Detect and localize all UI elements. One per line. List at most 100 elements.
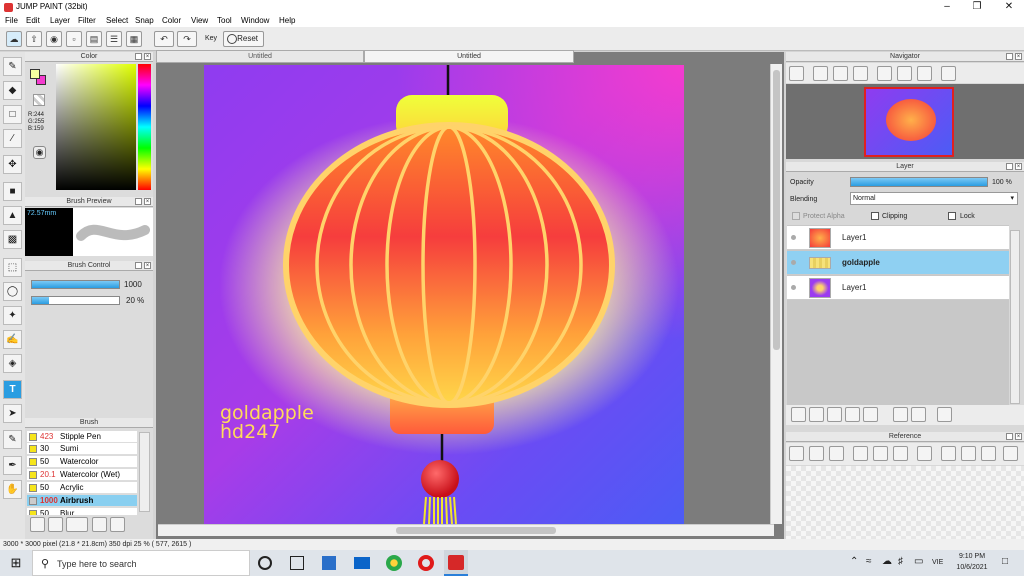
move-tool-icon[interactable]: ✥ xyxy=(3,155,22,174)
lasso-icon[interactable]: ◯ xyxy=(3,282,22,301)
zoom-fit-icon[interactable] xyxy=(789,66,804,81)
operation-tool-icon[interactable]: ➤ xyxy=(3,404,22,423)
panel-close-icon[interactable]: × xyxy=(144,262,151,269)
redo-icon[interactable]: ↷ xyxy=(177,31,197,47)
grid-icon[interactable]: ▦ xyxy=(126,31,142,47)
panel-float-icon[interactable] xyxy=(1006,163,1013,170)
ref-close-icon[interactable] xyxy=(829,446,844,461)
eraser-tool-icon[interactable]: ◆ xyxy=(3,81,22,100)
minimize-button[interactable]: – xyxy=(932,0,962,15)
ref-zoom-out-icon[interactable] xyxy=(893,446,908,461)
merge-layer-icon[interactable] xyxy=(911,407,926,422)
ref-zoom-in-icon[interactable] xyxy=(853,446,868,461)
brush-item[interactable]: 30 Sumi xyxy=(27,443,137,455)
brush-item[interactable]: 50 Blur xyxy=(27,508,137,516)
new-1bit-layer-icon[interactable] xyxy=(827,407,842,422)
menu-tool[interactable]: Tool xyxy=(217,16,232,25)
document-icon[interactable]: ▤ xyxy=(86,31,102,47)
browser-icon[interactable] xyxy=(386,555,402,571)
ref-zoom-actual-icon[interactable] xyxy=(873,446,888,461)
clock-date[interactable]: 10/6/2021 xyxy=(954,564,990,571)
protect-alpha-checkbox[interactable] xyxy=(792,212,800,220)
new-folder-icon[interactable] xyxy=(863,407,878,422)
jumppaint-taskbar-item[interactable] xyxy=(444,550,468,576)
layer-scrollbar[interactable] xyxy=(1010,230,1020,404)
delete-layer-icon[interactable] xyxy=(937,407,952,422)
visibility-icon[interactable] xyxy=(791,235,796,240)
menu-snap[interactable]: Snap xyxy=(135,16,154,25)
select-pen-icon[interactable]: ✍ xyxy=(3,330,22,349)
task-view-icon[interactable] xyxy=(290,556,304,570)
foreground-color-swatch[interactable] xyxy=(30,69,40,79)
clock-time[interactable]: 9:10 PM xyxy=(956,553,988,560)
panel-float-icon[interactable] xyxy=(135,198,142,205)
flip-icon[interactable] xyxy=(941,66,956,81)
panel-float-icon[interactable] xyxy=(1006,433,1013,440)
menu-layer[interactable]: Layer xyxy=(50,16,70,25)
ref-rotate-right-icon[interactable] xyxy=(981,446,996,461)
menu-filter[interactable]: Filter xyxy=(78,16,96,25)
panel-float-icon[interactable] xyxy=(1006,53,1013,60)
brush-folder-icon[interactable] xyxy=(110,517,125,532)
new-halftone-layer-icon[interactable] xyxy=(845,407,860,422)
canvas-vscrollbar[interactable] xyxy=(770,64,782,524)
cloud-icon[interactable]: ☁ xyxy=(6,31,22,47)
panel-close-icon[interactable]: × xyxy=(1015,163,1022,170)
rotate-right-icon[interactable] xyxy=(917,66,932,81)
menu-window[interactable]: Window xyxy=(241,16,269,25)
tab-untitled-1[interactable]: Untitled xyxy=(156,50,364,63)
taskbar-search-box[interactable]: ⚲ Type here to search xyxy=(32,550,250,576)
ref-eyedropper-icon[interactable] xyxy=(917,446,932,461)
language-indicator[interactable]: VIE xyxy=(932,559,943,566)
navigator-viewport[interactable] xyxy=(864,87,954,157)
line-tool-icon[interactable]: ∕ xyxy=(3,129,22,148)
windows-start-icon[interactable]: ⊞ xyxy=(0,550,32,576)
rotate-reset-icon[interactable] xyxy=(897,66,912,81)
rect-fill-tool-icon[interactable]: ■ xyxy=(3,182,22,201)
menu-select[interactable]: Select xyxy=(106,16,128,25)
layer-item[interactable]: Layer1 xyxy=(787,276,1009,300)
panel-close-icon[interactable]: × xyxy=(1015,433,1022,440)
menu-view[interactable]: View xyxy=(191,16,208,25)
tab-untitled-2[interactable]: Untitled xyxy=(364,50,574,63)
chat-icon[interactable]: ▫ xyxy=(66,31,82,47)
zoom-actual-icon[interactable] xyxy=(833,66,848,81)
mail-icon[interactable] xyxy=(354,557,370,569)
lock-checkbox[interactable] xyxy=(948,212,956,220)
battery-icon[interactable]: ▭ xyxy=(914,556,923,567)
panel-close-icon[interactable]: × xyxy=(144,198,151,205)
shape-tool-icon[interactable]: □ xyxy=(3,105,22,124)
magic-wand-icon[interactable]: ✦ xyxy=(3,306,22,325)
brush-duplicate-icon[interactable] xyxy=(66,517,88,532)
restore-button[interactable]: ❐ xyxy=(962,0,992,15)
brush-item[interactable]: 50 Acrylic xyxy=(27,482,137,494)
text-tool-icon[interactable]: T xyxy=(3,380,22,399)
brush-item[interactable]: 50 Watercolor xyxy=(27,456,137,468)
menu-file[interactable]: File xyxy=(5,16,18,25)
brush-list-scrollbar[interactable] xyxy=(139,432,150,512)
layer-opacity-slider[interactable] xyxy=(850,177,988,187)
store-icon[interactable] xyxy=(322,556,336,570)
brush-new-icon[interactable] xyxy=(48,517,63,532)
brush-properties-icon[interactable] xyxy=(92,517,107,532)
visibility-icon[interactable] xyxy=(791,285,796,290)
hue-slider[interactable] xyxy=(138,64,151,190)
brush-tool-icon[interactable]: ✎ xyxy=(3,57,22,76)
artwork-canvas[interactable]: goldapple hd247 xyxy=(204,65,684,524)
canvas-hscrollbar[interactable] xyxy=(158,524,774,536)
brush-size-slider[interactable] xyxy=(31,280,120,289)
visibility-icon[interactable] xyxy=(791,260,796,265)
zoom-in-icon[interactable] xyxy=(813,66,828,81)
palette-icon[interactable]: ◉ xyxy=(33,146,46,159)
layer-item-selected[interactable]: goldapple xyxy=(787,251,1009,275)
eyedropper-icon[interactable]: ✒ xyxy=(3,456,22,475)
menu-color[interactable]: Color xyxy=(162,16,181,25)
new-8bit-layer-icon[interactable] xyxy=(809,407,824,422)
list-icon[interactable]: ☰ xyxy=(106,31,122,47)
export-icon[interactable]: ⇧ xyxy=(26,31,42,47)
ref-flip-icon[interactable] xyxy=(1003,446,1018,461)
panel-close-icon[interactable]: × xyxy=(1015,53,1022,60)
zoom-out-icon[interactable] xyxy=(853,66,868,81)
opera-icon[interactable] xyxy=(418,555,434,571)
ref-open-icon[interactable] xyxy=(809,446,824,461)
